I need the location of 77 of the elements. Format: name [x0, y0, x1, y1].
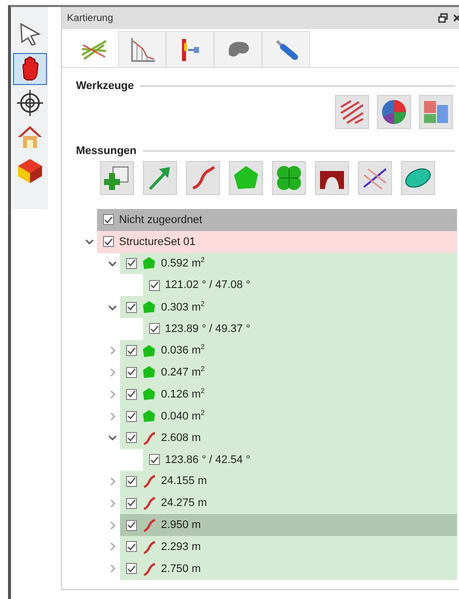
tree-row[interactable]: 0.036 m$^{2}$ [120, 340, 457, 362]
tree-row[interactable]: 24.275 m [120, 492, 457, 514]
curve-icon [142, 496, 156, 510]
checkbox[interactable] [103, 236, 114, 248]
row-label: Nicht zugeordnet [119, 214, 202, 226]
checkbox[interactable] [126, 388, 137, 400]
row-label: 24.275 m [161, 497, 207, 510]
tree-row[interactable]: 2.293 m [120, 536, 457, 558]
curve-icon [142, 562, 156, 576]
row-label: 123.86 ° / 42.54 ° [165, 454, 250, 466]
row-label: 123.89 ° / 49.37 ° [165, 322, 250, 335]
curve-icon [142, 518, 156, 532]
checkbox[interactable] [126, 563, 137, 574]
float-icon[interactable] [438, 13, 448, 23]
tree-row[interactable]: 121.02 ° / 47.08 ° [143, 274, 457, 296]
tree-row[interactable]: Nicht zugeordnet [97, 209, 457, 231]
clover-icon [274, 163, 304, 193]
polygon-icon [142, 387, 156, 402]
checkbox[interactable] [149, 454, 160, 466]
row-label: 0.040 m$^{2}$ [161, 410, 205, 422]
polygon-icon [142, 256, 156, 270]
polygon-icon [142, 365, 156, 380]
tree-row[interactable]: 0.303 m$^{2}$ [120, 296, 457, 318]
tab[interactable] [118, 31, 166, 67]
row-label: 2.293 m [161, 540, 201, 553]
row-label: 2.608 m [161, 432, 201, 444]
row-label: 0.247 m$^{2}$ [161, 366, 205, 379]
row-label: 0.126 m$^{2}$ [161, 388, 205, 401]
tree-row[interactable]: 123.89 ° / 49.37 ° [143, 318, 457, 340]
checkbox[interactable] [126, 520, 137, 531]
tree-row[interactable]: 2.608 m [120, 426, 457, 449]
row-label: 0.036 m$^{2}$ [161, 344, 205, 357]
polygon-icon [142, 300, 156, 314]
tree-row[interactable]: 24.155 m [120, 470, 457, 492]
tree-row[interactable]: 0.040 m$^{2}$ [120, 405, 457, 427]
row-label: 121.02 ° / 47.08 ° [165, 279, 250, 292]
curve-icon [142, 474, 156, 488]
checkbox[interactable] [149, 280, 160, 291]
checkbox[interactable] [126, 498, 137, 509]
row-label: 0.592 m$^{2}$ [161, 257, 205, 270]
row-label: 24.155 m [161, 475, 207, 488]
panel-title: Kartierung [67, 12, 114, 24]
tree-row[interactable]: 2.750 m [120, 558, 457, 580]
checkbox[interactable] [126, 410, 137, 422]
close-icon[interactable] [453, 13, 459, 23]
tab[interactable] [214, 31, 262, 67]
pie-icon [379, 97, 409, 127]
crosshair-icon [15, 88, 45, 118]
tree-row[interactable]: 0.126 m$^{2}$ [120, 383, 457, 406]
section-title: Werkzeuge [76, 80, 134, 92]
checkbox[interactable] [126, 258, 137, 269]
tool-button[interactable] [13, 53, 47, 85]
checkbox[interactable] [126, 302, 137, 313]
checkbox[interactable] [126, 476, 137, 487]
row-label: 0.303 m$^{2}$ [161, 300, 205, 314]
checkbox[interactable] [103, 214, 114, 226]
curve-icon [142, 540, 156, 554]
checkbox[interactable] [149, 323, 160, 334]
checkbox[interactable] [126, 345, 137, 356]
tree-row[interactable]: 123.86 ° / 42.54 ° [143, 448, 457, 471]
tab[interactable] [166, 31, 214, 67]
tab[interactable] [262, 31, 310, 67]
tree-row[interactable]: StructureSet 01 [97, 230, 457, 253]
checkbox[interactable] [126, 432, 137, 444]
checkbox[interactable] [126, 366, 137, 378]
curve-icon [142, 430, 156, 445]
cube-icon [15, 156, 45, 186]
tree-row[interactable]: 0.592 m$^{2}$ [120, 252, 457, 274]
section-title: Messungen [76, 145, 137, 157]
checkbox[interactable] [126, 541, 137, 552]
row-label: StructureSet 01 [119, 236, 196, 248]
tree-row[interactable]: 2.950 m [120, 514, 457, 536]
polygon-icon [142, 344, 156, 358]
row-label: 2.950 m [161, 519, 201, 532]
tree-row[interactable]: 0.247 m$^{2}$ [120, 362, 457, 384]
row-label: 2.750 m [161, 562, 201, 575]
polygon-icon [142, 409, 156, 424]
